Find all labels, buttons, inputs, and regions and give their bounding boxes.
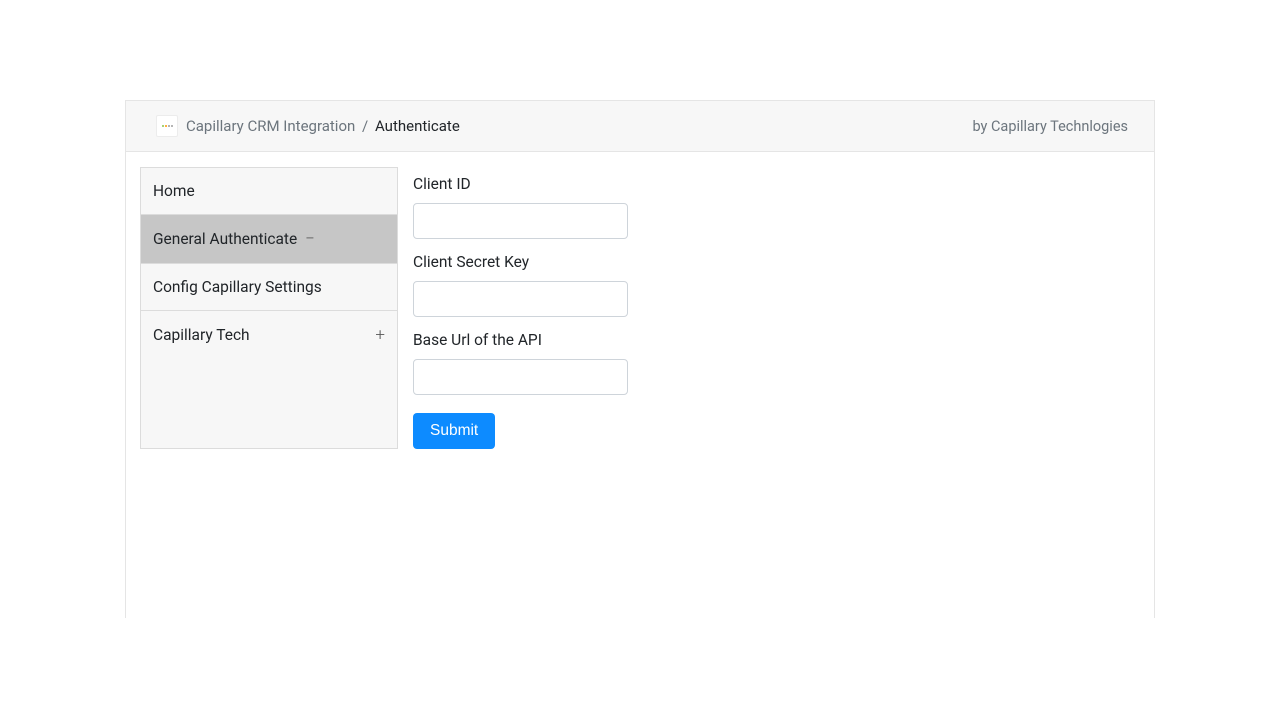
form-group-client-id: Client ID (413, 175, 1154, 239)
collapse-icon: − (305, 229, 315, 249)
sidebar-item-label: Capillary Tech (153, 326, 250, 344)
sidebar-item-general-authenticate[interactable]: General Authenticate − (141, 215, 397, 264)
base-url-label: Base Url of the API (413, 331, 1154, 349)
breadcrumb-root[interactable]: Capillary CRM Integration (186, 117, 355, 135)
sidebar-item-label: Home (153, 182, 195, 200)
body: Home General Authenticate − Config Capil… (126, 152, 1154, 449)
sidebar-item-config-capillary-settings[interactable]: Config Capillary Settings (141, 264, 397, 311)
sidebar-item-home[interactable]: Home (141, 168, 397, 215)
header-bar: Capillary CRM Integration / Authenticate… (126, 101, 1154, 152)
submit-button[interactable]: Submit (413, 413, 495, 449)
vendor-label: by Capillary Technlogies (972, 118, 1128, 135)
sidebar: Home General Authenticate − Config Capil… (140, 167, 398, 449)
breadcrumb-separator: / (362, 117, 368, 135)
form-group-base-url: Base Url of the API (413, 331, 1154, 395)
client-id-label: Client ID (413, 175, 1154, 193)
form-area: Client ID Client Secret Key Base Url of … (413, 167, 1154, 449)
sidebar-item-label: Config Capillary Settings (153, 278, 322, 296)
client-secret-input[interactable] (413, 281, 628, 317)
sidebar-item-label: General Authenticate (153, 230, 297, 248)
breadcrumb: Capillary CRM Integration / Authenticate (186, 117, 460, 135)
sidebar-item-capillary-tech[interactable]: Capillary Tech + (141, 311, 397, 359)
client-secret-label: Client Secret Key (413, 253, 1154, 271)
breadcrumb-current: Authenticate (375, 117, 460, 135)
header-left: Capillary CRM Integration / Authenticate (156, 115, 460, 137)
app-frame: Capillary CRM Integration / Authenticate… (125, 100, 1155, 618)
base-url-input[interactable] (413, 359, 628, 395)
client-id-input[interactable] (413, 203, 628, 239)
form-group-client-secret: Client Secret Key (413, 253, 1154, 317)
logo-icon (156, 115, 178, 137)
expand-icon: + (375, 325, 385, 345)
